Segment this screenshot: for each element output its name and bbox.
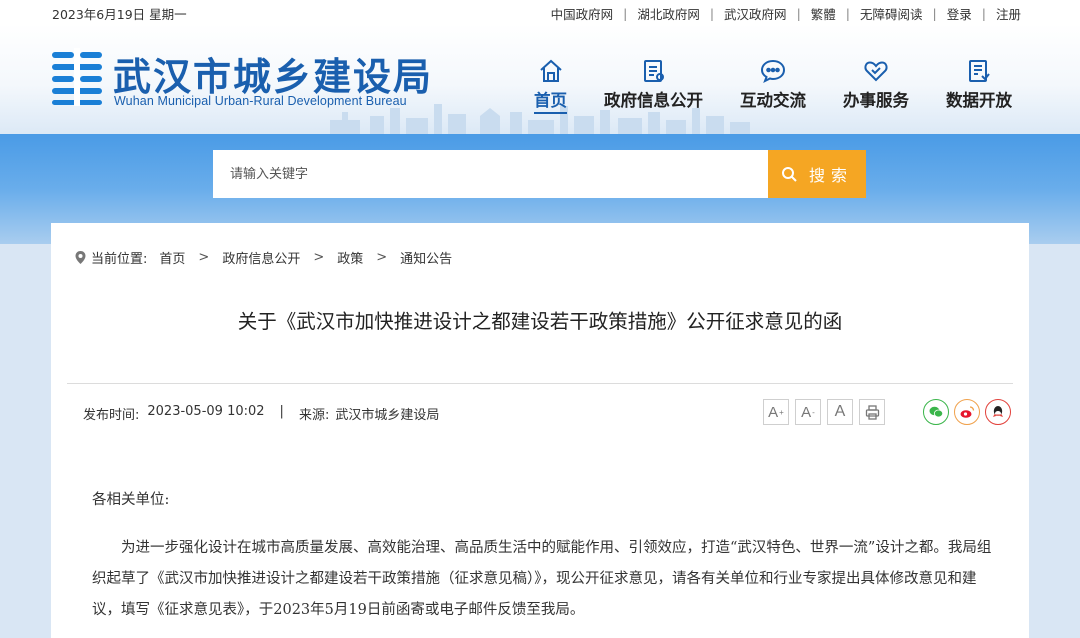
link-accessibility[interactable]: 无障碍阅读	[860, 4, 923, 23]
top-links: 中国政府网 | 湖北政府网 | 武汉政府网 | 繁體 | 无障碍阅读 | 登录 …	[551, 4, 1021, 23]
nav-gov-info[interactable]: 政府信息公开	[604, 58, 703, 114]
nav-label: 数据开放	[946, 91, 1012, 110]
qq-icon	[993, 406, 1003, 417]
nav-label: 首页	[534, 87, 567, 114]
breadcrumb-separator: >	[198, 250, 210, 265]
printer-icon	[865, 404, 879, 420]
link-gov-cn[interactable]: 中国政府网	[551, 4, 614, 23]
main-nav: 首页 政府信息公开 互动交流 办事服务 数据开放	[497, 58, 1012, 114]
link-traditional[interactable]: 繁體	[811, 4, 836, 23]
document-icon	[643, 60, 664, 82]
weibo-icon	[960, 406, 975, 418]
breadcrumb: 当前位置: 首页 > 政府信息公开 > 政策 > 通知公告	[75, 248, 452, 267]
print-button[interactable]	[859, 399, 885, 425]
nav-open-data[interactable]: 数据开放	[946, 58, 1012, 114]
share-qq-button[interactable]	[985, 399, 1011, 425]
link-hubei-gov[interactable]: 湖北政府网	[637, 4, 700, 23]
article-salutation: 各相关单位:	[92, 492, 170, 508]
breadcrumb-separator: >	[376, 250, 388, 265]
bureau-logo-icon	[52, 48, 102, 106]
font-increase-button[interactable]: A +	[763, 399, 789, 425]
heart-service-icon	[864, 61, 888, 82]
meta-separator: |	[279, 404, 284, 419]
breadcrumb-policy[interactable]: 政策	[337, 248, 363, 267]
link-login[interactable]: 登录	[947, 4, 972, 23]
font-reset-button[interactable]: A	[827, 399, 853, 425]
search-icon	[781, 167, 797, 182]
separator: |	[845, 6, 851, 21]
nav-label: 办事服务	[843, 91, 909, 110]
link-register[interactable]: 注册	[996, 4, 1021, 23]
article-meta: 发布时间: 2023-05-09 10:02 | 来源: 武汉市城乡建设局	[83, 404, 439, 423]
source-label: 来源:	[298, 408, 330, 423]
top-utility-bar: 2023年6月19日 星期一 中国政府网 | 湖北政府网 | 武汉政府网 | 繁…	[0, 0, 1080, 24]
chat-icon	[760, 59, 786, 84]
separator: |	[932, 6, 937, 21]
share-wechat-button[interactable]	[923, 399, 949, 425]
nav-label: 互动交流	[740, 91, 806, 110]
source-value: 武汉市城乡建设局	[335, 408, 440, 423]
publish-label: 发布时间:	[83, 408, 140, 423]
share-weibo-button[interactable]	[954, 399, 980, 425]
site-header: 武汉市城乡建设局 Wuhan Municipal Urban-Rural Dev…	[0, 24, 1080, 134]
link-wuhan-gov[interactable]: 武汉政府网	[724, 4, 787, 23]
site-name-cn: 武汉市城乡建设局	[113, 55, 434, 99]
article-card: 当前位置: 首页 > 政府信息公开 > 政策 > 通知公告 关于《武汉市加快推进…	[51, 223, 1029, 638]
publish-time: 2023-05-09 10:02	[147, 404, 265, 419]
search-button[interactable]: 搜索	[768, 150, 866, 198]
home-icon	[539, 59, 562, 82]
article-paragraph: 为进一步强化设计在城市高质量发展、高效能治理、高品质生活中的赋能作用、引领效应，…	[92, 540, 992, 618]
data-icon	[969, 60, 990, 82]
separator: |	[796, 6, 801, 21]
search-input[interactable]	[213, 150, 768, 198]
breadcrumb-gov-info[interactable]: 政府信息公开	[222, 248, 300, 267]
nav-interaction[interactable]: 互动交流	[740, 58, 806, 114]
location-pin-icon	[75, 251, 86, 264]
font-decrease-button[interactable]: A-	[795, 399, 821, 425]
separator: |	[709, 6, 715, 21]
current-date: 2023年6月19日 星期一	[52, 7, 187, 22]
article-tools: A + A- A	[763, 399, 1011, 425]
title-divider	[67, 383, 1013, 384]
article-title: 关于《武汉市加快推进设计之都建设若干政策措施》公开征求意见的函	[237, 310, 843, 333]
site-name-en: Wuhan Municipal Urban-Rural Development …	[114, 94, 407, 108]
separator: |	[623, 6, 628, 21]
separator: |	[981, 6, 986, 21]
breadcrumb-separator: >	[313, 250, 325, 265]
breadcrumb-notices[interactable]: 通知公告	[400, 248, 452, 267]
nav-home[interactable]: 首页	[534, 58, 567, 114]
nav-label: 政府信息公开	[604, 91, 703, 110]
breadcrumb-prefix: 当前位置:	[91, 252, 148, 267]
wechat-icon	[929, 406, 944, 418]
nav-services[interactable]: 办事服务	[843, 58, 909, 114]
search-button-label: 搜索	[808, 166, 853, 185]
breadcrumb-home[interactable]: 首页	[159, 248, 185, 267]
